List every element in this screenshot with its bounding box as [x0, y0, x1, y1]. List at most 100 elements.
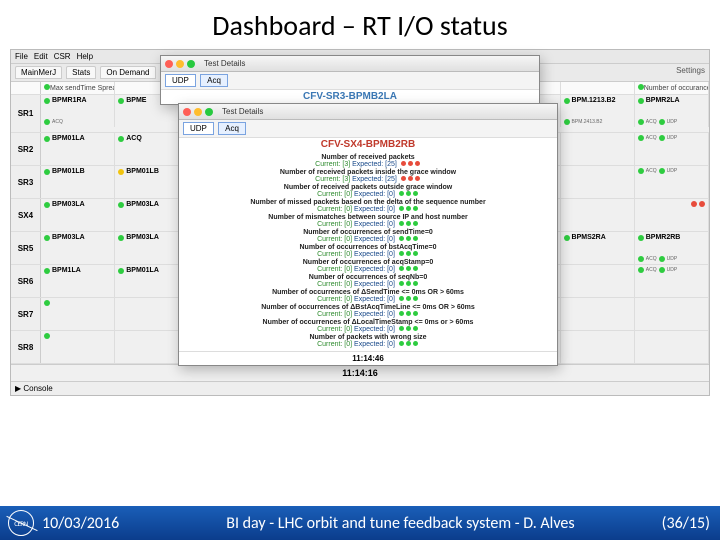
- stat-block: Number of received packets inside the gr…: [187, 169, 549, 183]
- stat-block: Number of occurrences of ΔLocalTimeStamp…: [187, 319, 549, 333]
- stat-title: Number of packets with wrong size: [187, 334, 549, 341]
- stat-values: Current: [0] Expected: [0]: [187, 221, 549, 228]
- stat-values: Current: [0] Expected: [0]: [187, 311, 549, 318]
- row-sr7: SR7: [11, 298, 41, 330]
- tab-udp[interactable]: UDP: [183, 122, 214, 135]
- minimize-icon[interactable]: [194, 108, 202, 116]
- status-dots: [398, 326, 419, 333]
- cell[interactable]: [41, 331, 115, 363]
- modal-clock: 11:14:46: [179, 351, 557, 365]
- cell[interactable]: [41, 298, 115, 330]
- maximize-icon[interactable]: [187, 60, 195, 68]
- tab-udp[interactable]: UDP: [165, 74, 196, 87]
- tab-ondemand[interactable]: On Demand: [100, 66, 155, 79]
- cell[interactable]: ACQ UDP: [635, 166, 709, 198]
- modal-title: Test Details: [204, 59, 245, 68]
- stat-title: Number of occurrences of sendTime=0: [187, 229, 549, 236]
- cell[interactable]: [635, 199, 709, 231]
- footer-title: BI day - LHC orbit and tune feedback sys…: [139, 514, 661, 533]
- app-stack: File Edit CSR Help MainMerJ Stats On Dem…: [10, 49, 710, 479]
- stat-title: Number of occurrences of ΔSendTime <= 0m…: [187, 289, 549, 296]
- stat-title: Number of occurrences of ΔLocalTimeStamp…: [187, 319, 549, 326]
- menu-help[interactable]: Help: [77, 52, 93, 61]
- stat-title: Number of mismatches between source IP a…: [187, 214, 549, 221]
- menu-edit[interactable]: Edit: [34, 52, 48, 61]
- clock: 11:14:16: [11, 364, 709, 381]
- stat-title: Number of received packets: [187, 154, 549, 161]
- modal-titlebar[interactable]: Test Details: [161, 56, 539, 72]
- cell[interactable]: BPM03LA: [41, 199, 115, 231]
- settings-link[interactable]: Settings: [676, 66, 705, 79]
- menu-csr[interactable]: CSR: [54, 52, 71, 61]
- stat-title: Number of missed packets based on the de…: [187, 199, 549, 206]
- row-sr8: SR8: [11, 331, 41, 363]
- row-sr1: SR1: [11, 95, 41, 132]
- cell[interactable]: ACQ UDP: [635, 265, 709, 297]
- minimize-icon[interactable]: [176, 60, 184, 68]
- modal-title: Test Details: [222, 107, 263, 116]
- modal-head: CFV-SX4-BPMB2RB: [179, 138, 557, 151]
- stat-values: Current: [0] Expected: [0]: [187, 251, 549, 258]
- cell[interactable]: BPM1LA: [41, 265, 115, 297]
- status-dots: [398, 236, 419, 243]
- col-header-last: Number of occurances of worst case sendT…: [635, 82, 709, 94]
- col-header: Max sendTime Spread x 10ms: [41, 82, 115, 94]
- cell[interactable]: ACQ UDP: [635, 133, 709, 165]
- stat-title: Number of occurrences of seqNb=0: [187, 274, 549, 281]
- stat-values: Current: [3] Expected: [25]: [187, 161, 549, 168]
- tab-stats[interactable]: Stats: [66, 66, 96, 79]
- status-dots: [398, 341, 419, 348]
- status-dots: [400, 161, 421, 168]
- stat-title: Number of occurrences of ΔBstAcqTimeLine…: [187, 304, 549, 311]
- stat-block: Number of received packets outside grace…: [187, 184, 549, 198]
- stat-block: Number of packets with wrong sizeCurrent…: [187, 334, 549, 348]
- stat-values: Current: [0] Expected: [0]: [187, 281, 549, 288]
- cell[interactable]: BPMR2LAACQ UDP: [635, 95, 709, 127]
- status-dots: [398, 221, 419, 228]
- row-sr6: SR6: [11, 265, 41, 297]
- modal-tabs: UDP Acq: [179, 120, 557, 138]
- cell[interactable]: BPMS2RA: [561, 232, 635, 264]
- stat-block: Number of occurrences of acqStamp=0Curre…: [187, 259, 549, 273]
- stat-title: Number of received packets inside the gr…: [187, 169, 549, 176]
- slide-footer: CERN 10/03/2016 BI day - LHC orbit and t…: [0, 506, 720, 540]
- stat-title: Number of occurrences of acqStamp=0: [187, 259, 549, 266]
- cell[interactable]: BPMR2RBACQ UDP: [635, 232, 709, 264]
- cern-logo-icon: CERN: [8, 510, 34, 536]
- tab-acq[interactable]: Acq: [218, 122, 246, 135]
- menu-file[interactable]: File: [15, 52, 28, 61]
- stat-values: Current: [0] Expected: [0]: [187, 191, 549, 198]
- footer-page: (36/15): [662, 514, 710, 533]
- stat-block: Number of received packetsCurrent: [3] E…: [187, 154, 549, 168]
- status-dots: [398, 296, 419, 303]
- status-dots: [398, 266, 419, 273]
- stat-block: Number of mismatches between source IP a…: [187, 214, 549, 228]
- stat-title: Number of received packets outside grace…: [187, 184, 549, 191]
- console-toggle[interactable]: ▶ Console: [11, 381, 709, 395]
- cell[interactable]: BPM03LA: [41, 232, 115, 264]
- cell[interactable]: BPMR1RAACQ: [41, 95, 115, 127]
- stat-values: Current: [3] Expected: [25]: [187, 176, 549, 183]
- status-dots: [398, 311, 419, 318]
- close-icon[interactable]: [165, 60, 173, 68]
- status-dots: [398, 281, 419, 288]
- modal-titlebar[interactable]: Test Details: [179, 104, 557, 120]
- modal-head: CFV-SR3-BPMB2LA: [161, 90, 539, 103]
- row-sx4: SX4: [11, 199, 41, 231]
- modal-details-front: Test Details UDP Acq CFV-SX4-BPMB2RB Num…: [178, 103, 558, 366]
- footer-date: 10/03/2016: [42, 514, 119, 533]
- status-dots: [398, 206, 419, 213]
- stat-block: Number of missed packets based on the de…: [187, 199, 549, 213]
- row-sr5: SR5: [11, 232, 41, 264]
- modal-tabs: UDP Acq: [161, 72, 539, 90]
- row-sr2: SR2: [11, 133, 41, 165]
- tab-mainmer[interactable]: MainMerJ: [15, 66, 62, 79]
- maximize-icon[interactable]: [205, 108, 213, 116]
- cell[interactable]: BPM01LA: [41, 133, 115, 165]
- close-icon[interactable]: [183, 108, 191, 116]
- tab-acq[interactable]: Acq: [200, 74, 228, 87]
- status-dots: [398, 191, 419, 198]
- cell[interactable]: BPM01LB: [41, 166, 115, 198]
- status-dots: [398, 251, 419, 258]
- cell[interactable]: BPM.1213.B2BPM.2413.B2: [561, 95, 635, 127]
